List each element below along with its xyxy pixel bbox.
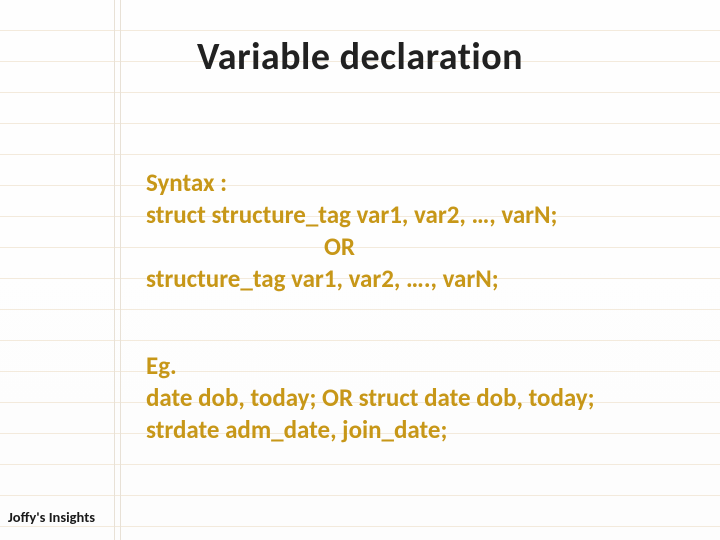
syntax-label: Syntax : bbox=[146, 167, 666, 199]
syntax-or: OR bbox=[146, 231, 666, 263]
syntax-block: Syntax : struct structure_tag var1, var2… bbox=[146, 167, 666, 295]
syntax-line-2: structure_tag var1, var2, …., varN; bbox=[146, 263, 666, 295]
example-label: Eg. bbox=[146, 350, 706, 382]
example-line-2: strdate adm_date, join_date; bbox=[146, 414, 706, 446]
footer-attribution: Joffy's Insights bbox=[8, 508, 95, 526]
syntax-line-1: struct structure_tag var1, var2, …, varN… bbox=[146, 199, 666, 231]
page-title: Variable declaration bbox=[0, 34, 720, 80]
example-block: Eg. date dob, today; OR struct date dob,… bbox=[146, 350, 706, 446]
example-line-1: date dob, today; OR struct date dob, tod… bbox=[146, 382, 706, 414]
